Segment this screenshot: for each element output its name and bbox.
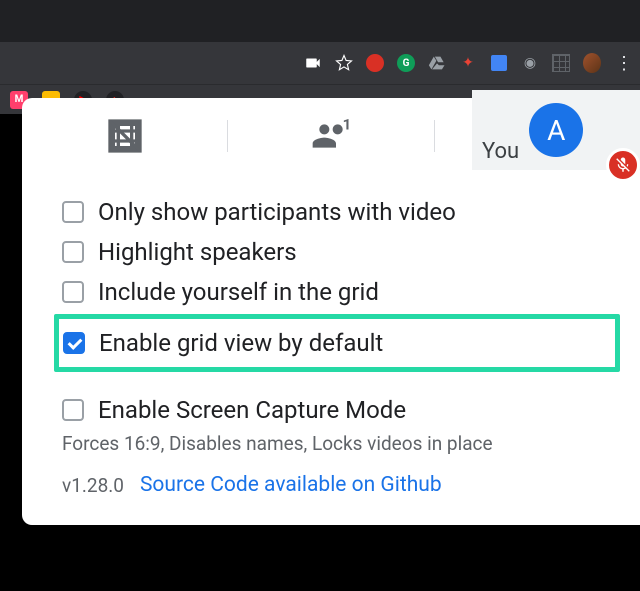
- panel-tabrow: 1 You A: [22, 98, 640, 174]
- option-label: Enable grid view by default: [99, 329, 383, 357]
- option-enable-grid-default[interactable]: Enable grid view by default: [63, 323, 607, 363]
- ext-ublock-icon[interactable]: [366, 54, 384, 72]
- tab-participants[interactable]: 1: [228, 98, 433, 174]
- checkbox[interactable]: [62, 399, 84, 421]
- ext-superman-icon[interactable]: ✦: [459, 54, 477, 72]
- checkbox[interactable]: [63, 332, 85, 354]
- option-label: Include yourself in the grid: [98, 278, 379, 306]
- profile-avatar-icon[interactable]: [583, 54, 601, 72]
- ext-bulb-icon[interactable]: ◉: [521, 54, 539, 72]
- highlight-callout: Enable grid view by default: [54, 314, 620, 372]
- option-include-self[interactable]: Include yourself in the grid: [62, 272, 612, 312]
- checkbox[interactable]: [62, 241, 84, 263]
- version-label: v1.28.0: [62, 474, 124, 497]
- checkbox[interactable]: [62, 281, 84, 303]
- star-icon[interactable]: [335, 54, 353, 72]
- ext-blue-icon[interactable]: [490, 54, 508, 72]
- avatar: A: [529, 103, 583, 157]
- option-screen-capture[interactable]: Enable Screen Capture Mode: [62, 390, 612, 430]
- options-list: Only show participants with video Highli…: [22, 174, 640, 463]
- ext-drive-icon[interactable]: [428, 54, 446, 72]
- tab-grid-disabled[interactable]: [22, 98, 227, 174]
- svg-text:1: 1: [343, 116, 351, 133]
- option-label: Highlight speakers: [98, 238, 297, 266]
- screen-capture-desc: Forces 16:9, Disables names, Locks video…: [62, 432, 612, 463]
- panel-footer: v1.28.0 Source Code available on Github: [22, 463, 640, 497]
- option-highlight-speakers[interactable]: Highlight speakers: [62, 232, 612, 272]
- camera-icon[interactable]: [304, 54, 322, 72]
- you-label: You: [482, 139, 519, 164]
- extension-panel: 1 You A Only show participants with vide…: [22, 98, 640, 525]
- self-video-chip[interactable]: You A: [472, 90, 640, 170]
- mic-muted-icon[interactable]: [606, 148, 640, 182]
- browser-tabstrip: [0, 0, 640, 42]
- browser-toolbar: G ✦ ◉ ⋮: [0, 42, 640, 84]
- ext-grid-icon[interactable]: [552, 54, 570, 72]
- source-code-link[interactable]: Source Code available on Github: [140, 473, 442, 497]
- option-only-video[interactable]: Only show participants with video: [62, 192, 612, 232]
- checkbox[interactable]: [62, 201, 84, 223]
- ext-grammarly-icon[interactable]: G: [397, 54, 415, 72]
- browser-menu-icon[interactable]: ⋮: [614, 54, 632, 72]
- option-label: Only show participants with video: [98, 198, 456, 226]
- option-label: Enable Screen Capture Mode: [98, 396, 406, 424]
